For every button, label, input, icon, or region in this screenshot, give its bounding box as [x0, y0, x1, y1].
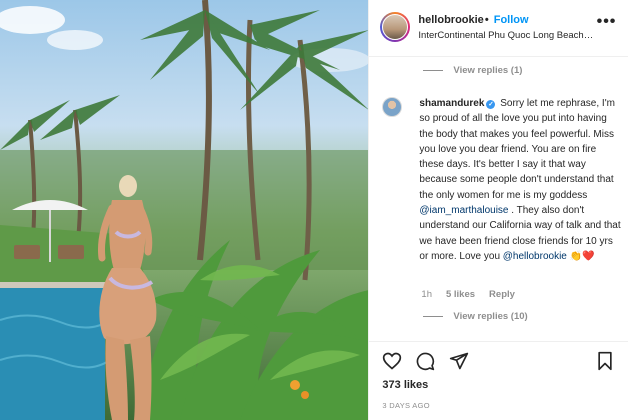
replies-divider	[423, 70, 444, 71]
post-age[interactable]: 3 DAYS AGO	[382, 401, 429, 410]
location-link[interactable]: InterContinental Phu Quoc Long Beach Res…	[418, 30, 593, 41]
mention-iam-marthalouise[interactable]: @iam_marthalouise	[419, 205, 508, 216]
comment-text-1: Sorry let me rephrase, I'm so proud of a…	[419, 98, 615, 201]
mention-hellobrookie[interactable]: @hellobrookie	[503, 251, 567, 262]
comment-icon[interactable]	[415, 351, 435, 371]
header-user-line: hellobrookie• Follow	[418, 14, 528, 26]
comments-panel: hellobrookie• Follow InterContinental Ph…	[368, 0, 628, 420]
reply-button[interactable]: Reply	[489, 289, 515, 300]
comment-emojis: 👏❤️	[569, 250, 595, 262]
story-ring[interactable]	[380, 12, 411, 42]
post-photo[interactable]	[0, 0, 369, 420]
view-replies-bottom[interactable]: View replies (10)	[423, 311, 528, 322]
post-header: hellobrookie• Follow InterContinental Ph…	[369, 0, 628, 57]
bookmark-icon[interactable]	[595, 351, 615, 371]
likes-count[interactable]: 373 likes	[382, 379, 428, 391]
commenter-username[interactable]: shamandurek	[419, 98, 484, 109]
instagram-post: hellobrookie• Follow InterContinental Ph…	[0, 0, 628, 420]
view-replies-top[interactable]: View replies (1)	[423, 65, 522, 76]
replies-divider	[423, 316, 444, 317]
view-replies-label: View replies (10)	[453, 311, 528, 322]
author-avatar[interactable]	[382, 14, 409, 40]
follow-button[interactable]: Follow	[494, 14, 529, 26]
comment-time[interactable]: 1h	[421, 289, 432, 300]
share-icon[interactable]	[449, 351, 469, 371]
action-bar	[369, 341, 628, 380]
more-options-icon[interactable]: •••	[597, 13, 617, 31]
header-separator: •	[484, 14, 489, 26]
heart-icon[interactable]	[382, 351, 402, 371]
view-replies-label: View replies (1)	[453, 65, 523, 76]
commenter-avatar[interactable]	[382, 97, 403, 117]
comment-likes[interactable]: 5 likes	[446, 289, 475, 300]
comment-body: shamandurek ✓ Sorry let me rephrase, I'm …	[419, 96, 621, 264]
verified-badge-icon: ✓	[486, 100, 496, 109]
author-username[interactable]: hellobrookie	[418, 14, 483, 26]
photo-illustration	[0, 0, 369, 420]
comment-meta: 1h 5 likes Reply	[421, 289, 529, 300]
